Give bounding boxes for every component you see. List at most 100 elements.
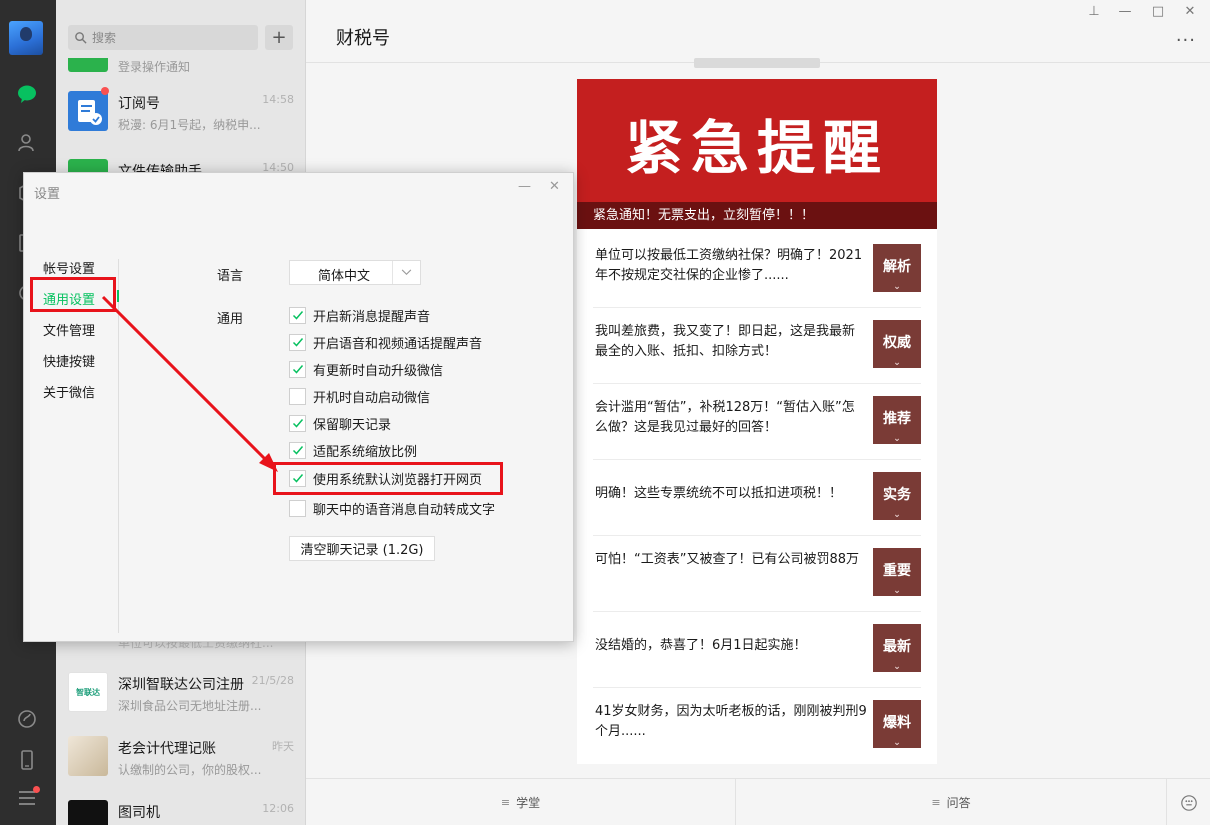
- search-input[interactable]: 搜索: [68, 25, 258, 50]
- unread-dot: [101, 87, 109, 95]
- language-value: 简体中文: [318, 269, 371, 284]
- avatar: [68, 736, 108, 776]
- active-indicator: [117, 290, 119, 302]
- avatar: 智联达: [68, 672, 108, 712]
- dialog-close-button[interactable]: ✕: [549, 179, 560, 194]
- subscription-icon: [68, 91, 108, 131]
- keyboard-toggle-icon[interactable]: [1167, 779, 1210, 825]
- conversation-item-tusiji[interactable]: 图司机 12:06: [56, 788, 305, 825]
- article-banner[interactable]: 紧急提醒 紧急通知！无票支出，立刻暂停！！！: [577, 79, 937, 229]
- conversation-preview: 税漫: 6月1号起，纳税申...: [118, 118, 261, 132]
- checkbox-checked[interactable]: [289, 306, 306, 324]
- conversation-item-accounting[interactable]: 老会计代理记账 认缴制的公司，你的股权... 昨天: [56, 724, 305, 788]
- conversation-preview: 深圳食品公司无地址注册...: [118, 699, 262, 713]
- article-item[interactable]: 明确！这些专票统统不可以抵扣进项税！！ 实务: [593, 460, 921, 536]
- phone-icon[interactable]: [16, 749, 38, 771]
- service-menu-bar: ≡ 学堂 ≡ 问答: [306, 778, 1210, 825]
- menu-badge: [33, 786, 40, 793]
- option-label: 聊天中的语音消息自动转成文字: [313, 502, 496, 518]
- article-item[interactable]: 我叫差旅费，我又变了！即日起，这是我最新最全的入账、抵扣、扣除方式！ 权威: [593, 308, 921, 384]
- highlight-box-general-settings: [30, 277, 116, 312]
- option-label: 有更新时自动升级微信: [313, 363, 444, 379]
- clear-history-button[interactable]: 清空聊天记录 (1.2G): [289, 536, 435, 561]
- add-button[interactable]: +: [265, 25, 293, 50]
- article-item[interactable]: 41岁女财务，因为太听老板的话，刚刚被判刑9个月...... 爆料: [593, 688, 921, 764]
- chevron-down-icon: [392, 261, 420, 284]
- article-tag: 最新: [873, 624, 921, 672]
- checkbox-unchecked[interactable]: [289, 387, 306, 405]
- conversation-name: 深圳智联达公司注册: [118, 677, 244, 693]
- article-item[interactable]: 单位可以按最低工资缴纳社保？明确了！2021年不按规定交社保的企业惨了.....…: [593, 232, 921, 308]
- article-title: 会计滥用“暂估”，补税128万！“暂估入账”怎么做？这是我见过最好的回答！: [595, 400, 855, 435]
- conversation-item-subscriptions[interactable]: 订阅号 税漫: 6月1号起，纳税申... 14:58: [56, 79, 305, 143]
- menu-label: 问答: [946, 796, 971, 810]
- article-tag: 权威: [873, 320, 921, 368]
- checkbox-checked[interactable]: [289, 441, 306, 459]
- language-label: 语言: [217, 269, 244, 284]
- article-tag: 重要: [873, 548, 921, 596]
- nav-account-settings[interactable]: 帐号设置: [43, 258, 95, 277]
- general-label: 通用: [217, 312, 244, 327]
- option-label: 开启语音和视频通话提醒声音: [313, 336, 483, 352]
- conversation-preview: 认缴制的公司，你的股权...: [118, 763, 262, 777]
- menu-button-wenda[interactable]: ≡ 问答: [736, 779, 1166, 825]
- check-icon: [292, 419, 303, 428]
- checkbox-checked[interactable]: [289, 333, 306, 351]
- conversation-preview-partial: 登录操作通知: [118, 60, 191, 74]
- nav-file-management[interactable]: 文件管理: [43, 320, 95, 339]
- pin-icon[interactable]: ⊥: [1084, 4, 1104, 19]
- check-icon: [292, 365, 303, 374]
- banner-caption: 紧急通知！无票支出，立刻暂停！！！: [577, 202, 937, 229]
- article-card[interactable]: 紧急提醒 紧急通知！无票支出，立刻暂停！！！ 单位可以按最低工资缴纳社保？明确了…: [577, 79, 937, 764]
- article-title: 单位可以按最低工资缴纳社保？明确了！2021年不按规定交社保的企业惨了.....…: [595, 248, 863, 283]
- option-voice-to-text[interactable]: 聊天中的语音消息自动转成文字: [289, 499, 496, 518]
- miniprogram-icon[interactable]: [16, 708, 38, 730]
- option-label: 适配系统缩放比例: [313, 444, 418, 460]
- dialog-minimize-button[interactable]: —: [518, 179, 531, 194]
- article-item[interactable]: 没结婚的，恭喜了！6月1日起实施！ 最新: [593, 612, 921, 688]
- article-title: 明确！这些专票统统不可以抵扣进项税！！: [595, 486, 843, 501]
- option-auto-start[interactable]: 开机时自动启动微信: [289, 387, 431, 406]
- article-item[interactable]: 可怕！“工资表”又被查了！已有公司被罚88万 重要: [593, 536, 921, 612]
- nav-shortcuts[interactable]: 快捷按键: [43, 351, 95, 370]
- checkbox-checked[interactable]: [289, 360, 306, 378]
- chat-header: 财税号 ⊥ — □ ✕ ···: [306, 0, 1210, 63]
- option-auto-update[interactable]: 有更新时自动升级微信: [289, 360, 444, 379]
- chat-icon[interactable]: [16, 83, 38, 105]
- option-keep-history[interactable]: 保留聊天记录: [289, 414, 392, 433]
- nav-about[interactable]: 关于微信: [43, 382, 95, 401]
- more-options-icon[interactable]: ···: [1176, 30, 1196, 51]
- menu-lines-icon: ≡: [500, 796, 511, 809]
- conversation-time: 12:06: [262, 802, 294, 815]
- checkbox-checked[interactable]: [289, 414, 306, 432]
- banner-headline: 紧急提醒: [624, 114, 889, 182]
- language-select[interactable]: 简体中文: [289, 260, 421, 285]
- minimize-button[interactable]: —: [1115, 4, 1135, 19]
- conversation-item-zhilianda[interactable]: 智联达 深圳智联达公司注册 深圳食品公司无地址注册... 21/5/28: [56, 660, 305, 724]
- checkbox-unchecked[interactable]: [289, 499, 306, 517]
- article-tag: 爆料: [873, 700, 921, 748]
- conversation-time: 14:58: [262, 93, 294, 106]
- conversation-name: 老会计代理记账: [118, 741, 216, 757]
- avatar: [68, 800, 108, 825]
- option-dpi-scaling[interactable]: 适配系统缩放比例: [289, 441, 418, 460]
- menu-label: 学堂: [516, 796, 541, 810]
- article-title: 没结婚的，恭喜了！6月1日起实施！: [595, 638, 807, 653]
- contacts-icon[interactable]: [16, 132, 38, 154]
- option-new-message-sound[interactable]: 开启新消息提醒声音: [289, 306, 431, 325]
- option-label: 开启新消息提醒声音: [313, 309, 431, 325]
- menu-button-xuetang[interactable]: ≡ 学堂: [306, 779, 735, 825]
- conversation-name: 图司机: [118, 805, 160, 821]
- article-item[interactable]: 会计滥用“暂估”，补税128万！“暂估入账”怎么做？这是我见过最好的回答！ 推荐: [593, 384, 921, 460]
- option-label: 保留聊天记录: [313, 417, 392, 433]
- check-icon: [292, 446, 303, 455]
- avatar[interactable]: [9, 21, 43, 55]
- option-call-sound[interactable]: 开启语音和视频通话提醒声音: [289, 333, 483, 352]
- maximize-button[interactable]: □: [1148, 4, 1168, 19]
- conversation-time: 21/5/28: [251, 674, 294, 687]
- divider: [118, 259, 119, 633]
- article-title: 可怕！“工资表”又被查了！已有公司被罚88万: [595, 552, 860, 567]
- option-label: 开机时自动启动微信: [313, 390, 431, 406]
- close-button[interactable]: ✕: [1180, 4, 1200, 19]
- article-title: 41岁女财务，因为太听老板的话，刚刚被判刑9个月......: [595, 704, 867, 739]
